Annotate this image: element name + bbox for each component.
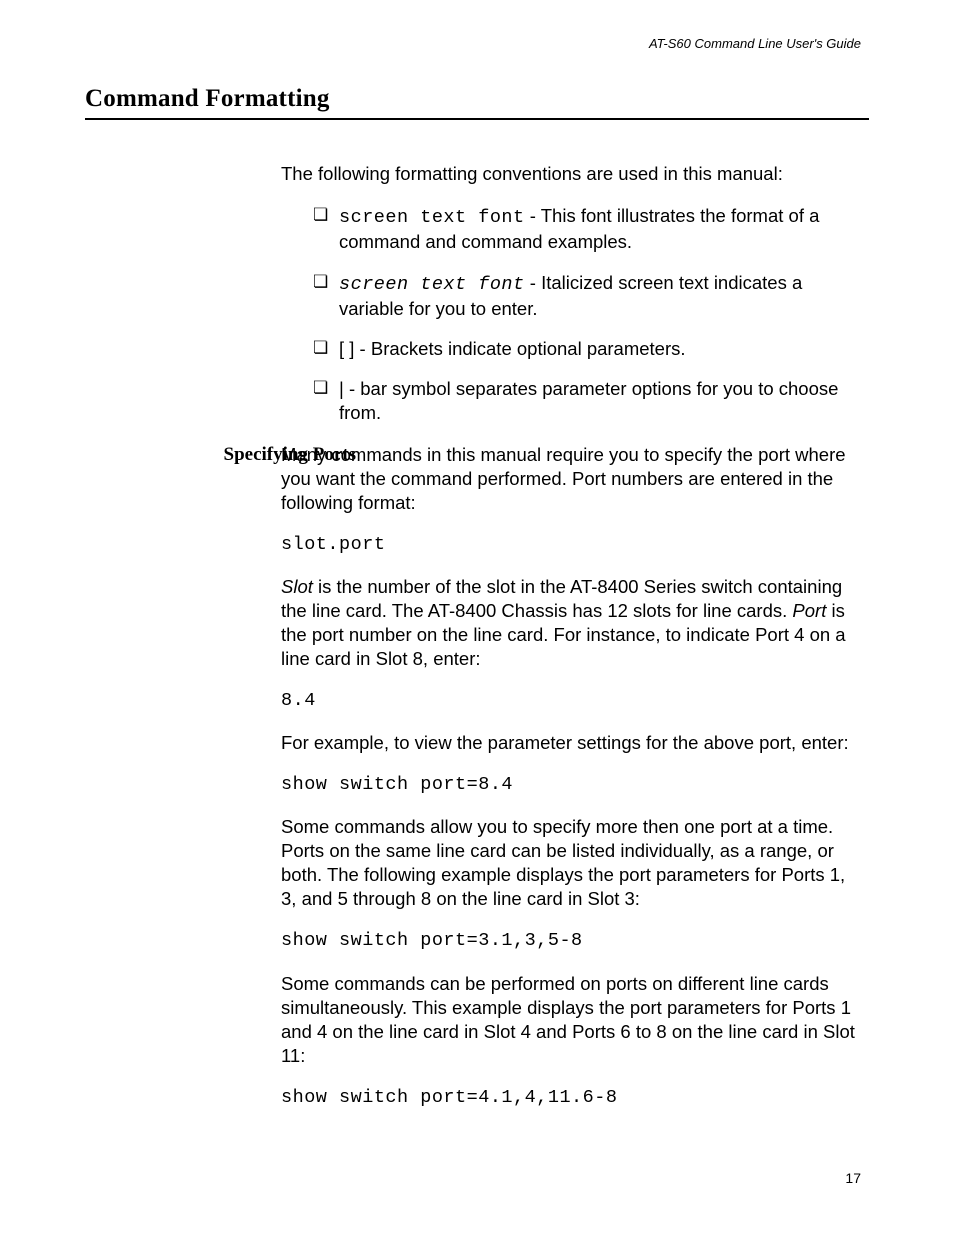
page-title: Command Formatting bbox=[85, 83, 869, 116]
code-text-italic: screen text font bbox=[339, 274, 525, 295]
code-line: show switch port=4.1,4,11.6-8 bbox=[281, 1086, 861, 1110]
intro-paragraph: The following formatting conventions are… bbox=[281, 162, 861, 186]
running-head: AT-S60 Command Line User's Guide bbox=[85, 36, 861, 53]
text-run: is the number of the slot in the AT-8400… bbox=[281, 576, 842, 621]
list-item: screen text font - This font illustrates… bbox=[281, 204, 861, 254]
list-item-text: [ ] - Brackets indicate optional paramet… bbox=[339, 338, 686, 359]
paragraph: Slot is the number of the slot in the AT… bbox=[281, 575, 861, 671]
convention-list: screen text font - This font illustrates… bbox=[281, 204, 861, 424]
paragraph: For example, to view the parameter setti… bbox=[281, 731, 861, 755]
paragraph: Many commands in this manual require you… bbox=[281, 443, 861, 515]
list-item: [ ] - Brackets indicate optional paramet… bbox=[281, 337, 861, 361]
list-item: | - bar symbol separates parameter optio… bbox=[281, 377, 861, 425]
list-item-text: | - bar symbol separates parameter optio… bbox=[339, 378, 838, 423]
title-row: Command Formatting bbox=[85, 83, 869, 121]
side-heading-specifying-ports: Specifying Ports bbox=[170, 443, 356, 468]
emphasis-port: Port bbox=[792, 600, 826, 621]
page-number: 17 bbox=[845, 1169, 861, 1187]
body-column: Many commands in this manual require you… bbox=[281, 443, 861, 1110]
page: AT-S60 Command Line User's Guide Command… bbox=[0, 0, 954, 1235]
specifying-ports-section: Specifying Ports Many commands in this m… bbox=[85, 443, 869, 1110]
code-line: show switch port=8.4 bbox=[281, 773, 861, 797]
code-text: screen text font bbox=[339, 207, 525, 228]
code-line: show switch port=3.1,3,5-8 bbox=[281, 929, 861, 953]
paragraph: Some commands allow you to specify more … bbox=[281, 815, 861, 911]
paragraph: Some commands can be performed on ports … bbox=[281, 972, 861, 1068]
list-item: screen text font - Italicized screen tex… bbox=[281, 271, 861, 321]
emphasis-slot: Slot bbox=[281, 576, 313, 597]
code-line: 8.4 bbox=[281, 689, 861, 713]
body-column: The following formatting conventions are… bbox=[281, 162, 861, 424]
code-line: slot.port bbox=[281, 533, 861, 557]
